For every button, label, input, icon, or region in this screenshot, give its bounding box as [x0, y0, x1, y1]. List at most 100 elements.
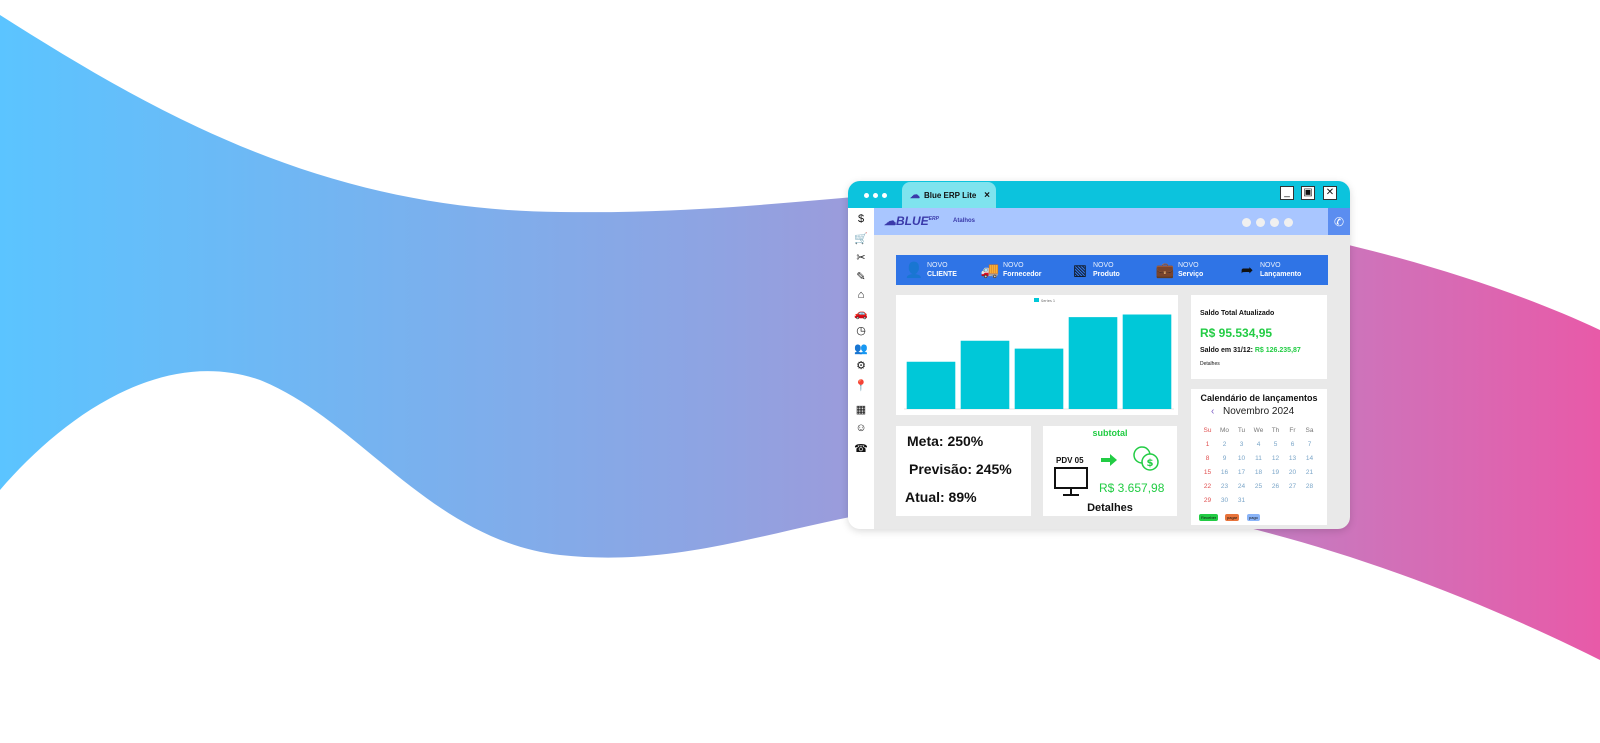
phone-icon[interactable]: ☎: [853, 441, 869, 455]
chart-legend-label: Series 1: [1041, 299, 1055, 303]
calendar-day[interactable]: 10: [1233, 454, 1250, 464]
window-menu-dot[interactable]: [873, 193, 878, 198]
car-icon[interactable]: 🚗: [853, 306, 869, 320]
calendar-day[interactable]: 11: [1250, 454, 1267, 464]
phone-call-icon[interactable]: ✆: [1328, 208, 1350, 235]
status-dot: [1270, 218, 1279, 227]
calendar-day[interactable]: 27: [1284, 482, 1301, 492]
shortcut-label-main: Fornecedor: [1003, 270, 1042, 278]
shortcut-label-top: NOVO: [1260, 261, 1281, 269]
calendar-day[interactable]: 16: [1216, 468, 1233, 478]
balance-details-link[interactable]: Detalhes: [1200, 361, 1220, 367]
calendar-day[interactable]: 3: [1233, 440, 1250, 450]
minimize-button[interactable]: _: [1280, 186, 1294, 200]
new-lancamento-button[interactable]: ➦ NOVO Lançamento: [1237, 259, 1302, 281]
shortcut-label-top: NOVO: [927, 261, 948, 269]
calendar-day[interactable]: 20: [1284, 468, 1301, 478]
shortcut-label: NOVO Produto: [1093, 262, 1120, 279]
new-produto-button[interactable]: ▧ NOVO Produto: [1070, 259, 1120, 281]
pdv-subtotal-label: subtotal: [1092, 428, 1128, 438]
monitor-icon: [1054, 467, 1088, 496]
pdv-label: PDV 05: [1056, 456, 1084, 465]
calendar-day[interactable]: 8: [1199, 454, 1216, 464]
calendar-day[interactable]: 7: [1301, 440, 1318, 450]
calendar-day[interactable]: 5: [1267, 440, 1284, 450]
support-icon[interactable]: ☺: [853, 421, 869, 435]
window-menu-dot[interactable]: [882, 193, 887, 198]
maximize-button[interactable]: ▣: [1301, 186, 1315, 200]
calendar-weekday: Su: [1203, 427, 1212, 434]
new-fornecedor-button[interactable]: 🚚 NOVO Fornecedor: [980, 259, 1042, 281]
dollar-icon[interactable]: $: [853, 212, 869, 226]
window-menu-dot[interactable]: [864, 193, 869, 198]
calendar-icon[interactable]: ▦: [853, 402, 869, 416]
calendar-day[interactable]: 19: [1267, 468, 1284, 478]
calendar-weekday: Fr: [1289, 427, 1296, 434]
calendar-day[interactable]: 18: [1250, 468, 1267, 478]
shortcuts-label[interactable]: Atalhos: [953, 218, 975, 224]
balance-title: Saldo Total Atualizado: [1200, 310, 1275, 317]
calendar-day[interactable]: 30: [1216, 496, 1233, 506]
close-button[interactable]: ✕: [1323, 186, 1337, 200]
calendar-weekday: Th: [1271, 427, 1280, 434]
new-servico-button[interactable]: 💼 NOVO Serviço: [1155, 259, 1204, 281]
calendar-day[interactable]: 21: [1301, 468, 1318, 478]
calendar-weekday: Mo: [1219, 427, 1230, 434]
calendar-day[interactable]: 14: [1301, 454, 1318, 464]
calendar-grid: Su Mo Tu We Th Fr Sa 1 2 3 4 5 6 7 8 9 10 11 12 13 14 15 16 17 1…: [1199, 426, 1321, 506]
calendar-day[interactable]: 29: [1199, 496, 1216, 506]
calendar-day[interactable]: 25: [1250, 482, 1267, 492]
users-icon[interactable]: 👥: [853, 341, 869, 355]
top-bar: ☁BLUEERP Atalhos ✆: [874, 208, 1350, 235]
calendar-month: Novembro 2024: [1223, 406, 1295, 417]
calendar-day[interactable]: 22: [1199, 482, 1216, 492]
calendar-day[interactable]: 6: [1284, 440, 1301, 450]
tab-close-icon[interactable]: ×: [984, 190, 990, 201]
user-icon: 👤: [904, 262, 924, 279]
shortcut-label: NOVO Fornecedor: [1003, 262, 1042, 279]
page-background: ☁ Blue ERP Lite × _ ▣ ✕ $ 🛒 ✂ ✎ ⌂ 🚗 ◷ 👥 ⚙ 📍 ▦ ☺ ☎ ☁B…: [0, 0, 1600, 743]
tools-icon[interactable]: ✂: [853, 250, 869, 264]
calendar-day[interactable]: 13: [1284, 454, 1301, 464]
settings-icon[interactable]: ⚙: [853, 358, 869, 372]
warehouse-icon[interactable]: ⌂: [853, 288, 869, 302]
pdv-card: subtotal PDV 05 $ R$ 3.657,98 Detalhes: [1043, 426, 1177, 516]
calendar-day[interactable]: 17: [1233, 468, 1250, 478]
tab-title: Blue ERP Lite: [924, 190, 977, 200]
calendar-prev-button[interactable]: ‹: [1211, 406, 1214, 417]
calendar-day[interactable]: 2: [1216, 440, 1233, 450]
cart-icon[interactable]: 🛒: [853, 231, 869, 245]
shortcut-label-main: Lançamento: [1260, 270, 1302, 278]
logo-sub: ERP: [928, 216, 939, 222]
calendar-day[interactable]: 24: [1233, 482, 1250, 492]
calendar-day[interactable]: 31: [1233, 496, 1250, 506]
new-cliente-button[interactable]: 👤 NOVO CLIENTE: [904, 259, 957, 281]
calendar-day[interactable]: 1: [1199, 440, 1216, 450]
edit-icon[interactable]: ✎: [853, 269, 869, 283]
calendar-day[interactable]: 4: [1250, 440, 1267, 450]
calendar-day[interactable]: 23: [1216, 482, 1233, 492]
logo[interactable]: ☁BLUEERP: [884, 214, 939, 228]
shortcuts-bar: 👤 NOVO CLIENTE 🚚 NOVO Fornecedor ▧ NOVO Produto 💼…: [896, 255, 1328, 285]
shortcut-label-top: NOVO: [1003, 261, 1024, 269]
calendar-day[interactable]: 26: [1267, 482, 1284, 492]
calendar-day[interactable]: 28: [1301, 482, 1318, 492]
tab-blue-erp-lite[interactable]: ☁ Blue ERP Lite ×: [902, 182, 996, 208]
calendar-legend-receber: Receber: [1199, 514, 1219, 521]
balance-card: Saldo Total Atualizado R$ 95.534,95 Sald…: [1191, 295, 1327, 379]
goal-atual: Atual: 89%: [905, 489, 977, 505]
goals-card: Meta: 250% Previsão: 245% Atual: 89%: [896, 426, 1031, 516]
truck-icon: 🚚: [980, 262, 1000, 279]
chart-bar: [1014, 348, 1064, 409]
location-icon[interactable]: 📍: [853, 378, 869, 392]
shortcut-label-main: Produto: [1093, 270, 1120, 278]
shortcut-label: NOVO Serviço: [1178, 262, 1203, 279]
calendar-day[interactable]: 15: [1199, 468, 1216, 478]
pdv-details-link[interactable]: Detalhes: [1043, 502, 1177, 514]
calendar-day[interactable]: 12: [1267, 454, 1284, 464]
cloud-logo-icon: ☁: [884, 214, 896, 228]
calendar-day[interactable]: 9: [1216, 454, 1233, 464]
balance-amount: R$ 95.534,95: [1200, 326, 1273, 340]
clock-icon[interactable]: ◷: [853, 323, 869, 337]
cloud-icon: ☁: [910, 189, 920, 201]
